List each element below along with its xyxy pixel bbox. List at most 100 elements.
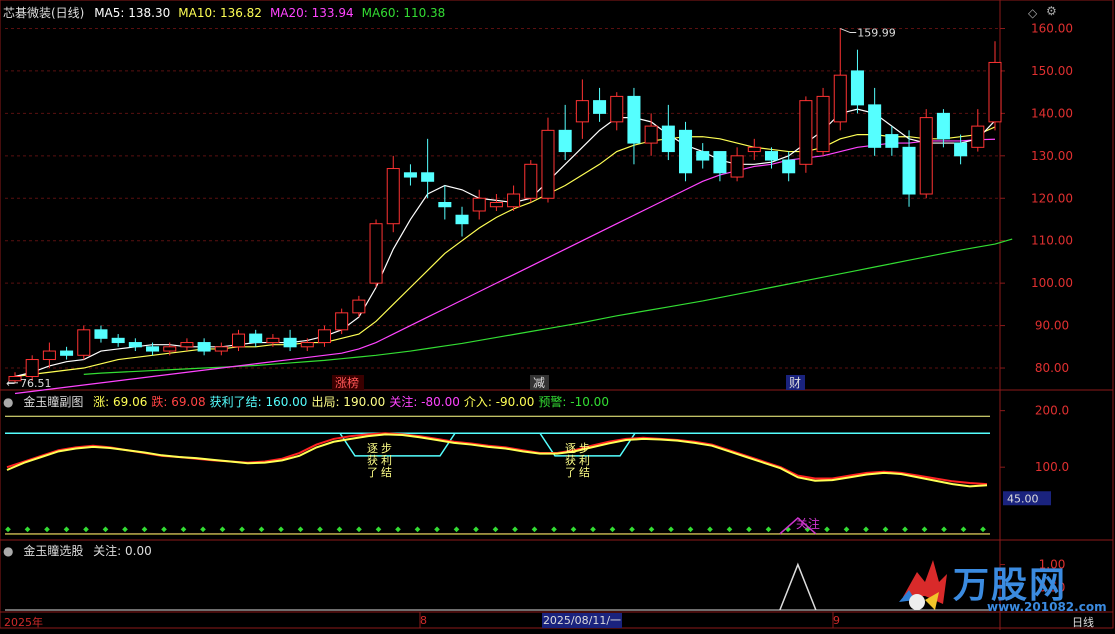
warning-dot [24, 526, 31, 533]
sub1-param: 出局: 190.00 [311, 395, 386, 409]
candle-body [77, 329, 91, 356]
candle-body [128, 342, 142, 348]
candle-body [644, 125, 658, 144]
warning-dot [5, 526, 11, 533]
current-value-label: 45.00 [1007, 492, 1039, 505]
candle-body [283, 337, 297, 348]
candle-body [747, 146, 761, 153]
candle-body [575, 100, 589, 123]
y-tick-label: 140.00 [1031, 106, 1073, 120]
candle-body [850, 70, 864, 106]
sub1-icon[interactable]: ● [3, 395, 13, 409]
warning-dot [395, 526, 401, 533]
warning-dot [551, 526, 557, 533]
candle-body [816, 95, 830, 153]
warning-dot [356, 526, 362, 533]
ma10-line [14, 126, 996, 378]
warning-dot [453, 526, 460, 533]
y-tick-label: 100.00 [1031, 276, 1073, 290]
candle-body [111, 337, 125, 344]
candle-body [524, 163, 538, 199]
candle-body [507, 193, 521, 208]
warning-dot [375, 526, 382, 533]
sub1-param: 介入: -90.00 [463, 395, 535, 409]
low-arrow: ← [6, 377, 15, 390]
candle-body [833, 74, 847, 123]
candle-body [163, 346, 177, 352]
stock-title[interactable]: 芯碁微装(日线) [3, 6, 84, 20]
warning-dot [687, 526, 694, 533]
ma-label: MA20: 133.94 [269, 6, 354, 20]
candle-body [403, 172, 417, 178]
candle-body [885, 134, 899, 148]
warning-dot [258, 526, 265, 533]
x-label-aug: 8 [420, 614, 427, 627]
rise-line [6, 433, 988, 488]
sub1-param: 预警: -10.00 [538, 395, 609, 409]
candle-body [558, 129, 572, 153]
warning-dot [180, 526, 187, 533]
warning-dot [414, 526, 421, 533]
candle-body [180, 342, 194, 348]
warning-dot [161, 526, 167, 533]
sub1-y-tick-label: 200.0 [1035, 404, 1069, 418]
warning-dot [512, 526, 518, 533]
signal-spike [779, 562, 817, 611]
high-pointer [840, 28, 857, 34]
warning-dot [960, 526, 967, 533]
candle-body [386, 168, 400, 225]
candle-body [472, 197, 486, 212]
candle-body [60, 350, 74, 356]
ma-label: MA60: 110.38 [361, 6, 446, 20]
take-profit-annotation: 结 [381, 466, 392, 479]
warning-dot [317, 526, 323, 533]
x-label-year: 2025年 [4, 616, 43, 629]
y-tick-label: 110.00 [1031, 234, 1073, 248]
warning-dot [629, 526, 635, 533]
kline-stage: 160.00 150.00 140.00 130.00 120.00 110.00 100.… [0, 0, 1115, 630]
candle-body [764, 151, 779, 161]
sub2-param: 关注: 0.00 [93, 544, 152, 558]
main-header: 芯碁微装(日线) MA5: 138.30 MA10: 136.82 MA20: 13… [3, 4, 459, 21]
sub1-legend: 涨: 69.06 跌: 69.08 获利了结: 160.00 出局: 190.00 关注… [93, 395, 613, 409]
warning-dot [648, 526, 655, 533]
y-tick-label: 150.00 [1031, 64, 1073, 78]
candle-body [421, 172, 435, 182]
sub1-title: 金玉瞳副图 [23, 395, 84, 409]
candle-body [300, 342, 314, 348]
sub1-param: 涨: 69.06 [93, 395, 148, 409]
warning-dot [765, 526, 772, 533]
warning-dot [726, 526, 733, 533]
ma20-line [14, 138, 996, 395]
warning-dot [668, 526, 674, 533]
warning-dot [941, 526, 947, 533]
warning-dot [492, 526, 499, 533]
candle-body [782, 159, 796, 174]
sub1-param: 获利了结: 160.00 [209, 395, 308, 409]
brand-logo: 万股网 www.201082.com [895, 552, 1110, 622]
warning-dot [590, 526, 596, 533]
kline-chart[interactable]: 160.00 150.00 140.00 130.00 120.00 110.00 100.… [0, 0, 1115, 630]
candle-body [799, 100, 813, 165]
candle-body [197, 342, 211, 352]
warning-dot [434, 526, 440, 533]
high-label: 159.99 [857, 27, 896, 40]
settings-icon[interactable]: ⚙ [1046, 4, 1057, 18]
sub2-icon[interactable]: ● [3, 544, 13, 558]
warning-dot [297, 526, 304, 533]
y-tick-label: 80.00 [1035, 361, 1069, 375]
warning-dot [122, 526, 128, 533]
warning-dot [824, 526, 830, 533]
attention-label: 关注 [796, 516, 820, 531]
candle-body [868, 104, 882, 148]
candle-body [352, 299, 366, 314]
warning-dot [63, 526, 70, 533]
warning-dot [921, 526, 928, 533]
warning-dot [44, 526, 50, 533]
sub1-param: 跌: 69.08 [151, 395, 206, 409]
diamond-icon[interactable]: ◇ [1028, 6, 1037, 20]
candle-body [679, 129, 693, 174]
take-profit-annotation: 结 [579, 466, 590, 479]
candle-body [902, 146, 916, 195]
x-label-sep: 9 [833, 614, 840, 627]
